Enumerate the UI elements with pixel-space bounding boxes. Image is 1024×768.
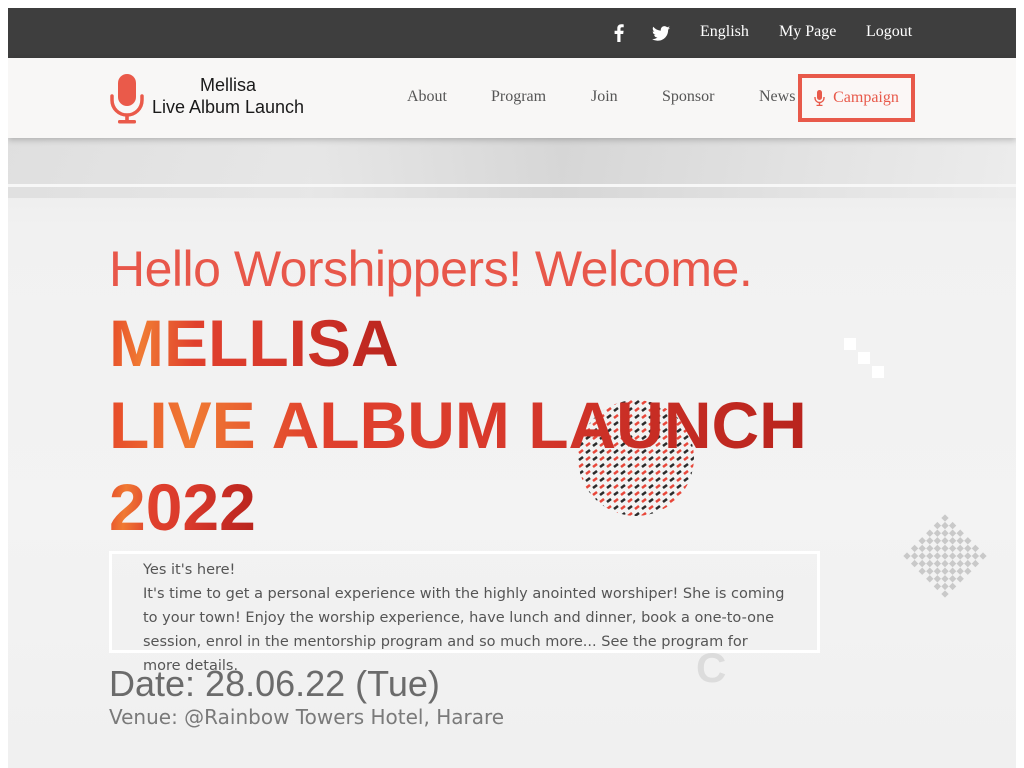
hero-background-line [8,184,1016,187]
hero-section: C Hello Worshippers! Welcome. MELLISA LI… [8,138,1016,768]
decorative-dots-diamond [903,514,987,598]
main-header: Mellisa Live Album Launch About Program … [8,58,1016,138]
intro-line-1: Yes it's here! [143,562,236,578]
decorative-squares [844,338,884,378]
logo-line2: Live Album Launch [151,97,305,117]
nav-program[interactable]: Program [491,88,546,106]
language-link[interactable]: English [700,23,749,41]
hero-background-image [8,138,1016,198]
campaign-label: Campaign [833,89,899,106]
twitter-icon[interactable] [650,22,672,44]
intro-box: Yes it's here! It's time to get a person… [109,551,820,674]
title-line-1: MELLISA [109,306,399,380]
title-line-2: LIVE ALBUM LAUNCH [109,388,807,462]
nav-news[interactable]: News [759,88,795,106]
event-date: Date: 28.06.22 (Tue) [109,663,440,704]
event-venue: Venue: @Rainbow Towers Hotel, Harare [109,705,505,729]
microphone-icon [110,74,144,124]
my-page-link[interactable]: My Page [779,23,836,41]
facebook-icon[interactable] [608,22,630,44]
greeting-heading: Hello Worshippers! Welcome. [109,241,753,297]
microphone-icon [814,90,825,106]
logo-text: Mellisa Live Album Launch [148,74,308,118]
top-utility-bar: English My Page Logout [8,8,1016,58]
logout-link[interactable]: Logout [866,23,912,41]
nav-sponsor[interactable]: Sponsor [662,88,714,106]
nav-about[interactable]: About [407,88,447,106]
page-frame: English My Page Logout Mellisa Live Albu… [8,8,1016,768]
logo-line1: Mellisa [199,75,256,95]
campaign-button[interactable]: Campaign [798,74,915,122]
title-line-3: 2022 [109,470,256,544]
nav-join[interactable]: Join [591,88,618,106]
